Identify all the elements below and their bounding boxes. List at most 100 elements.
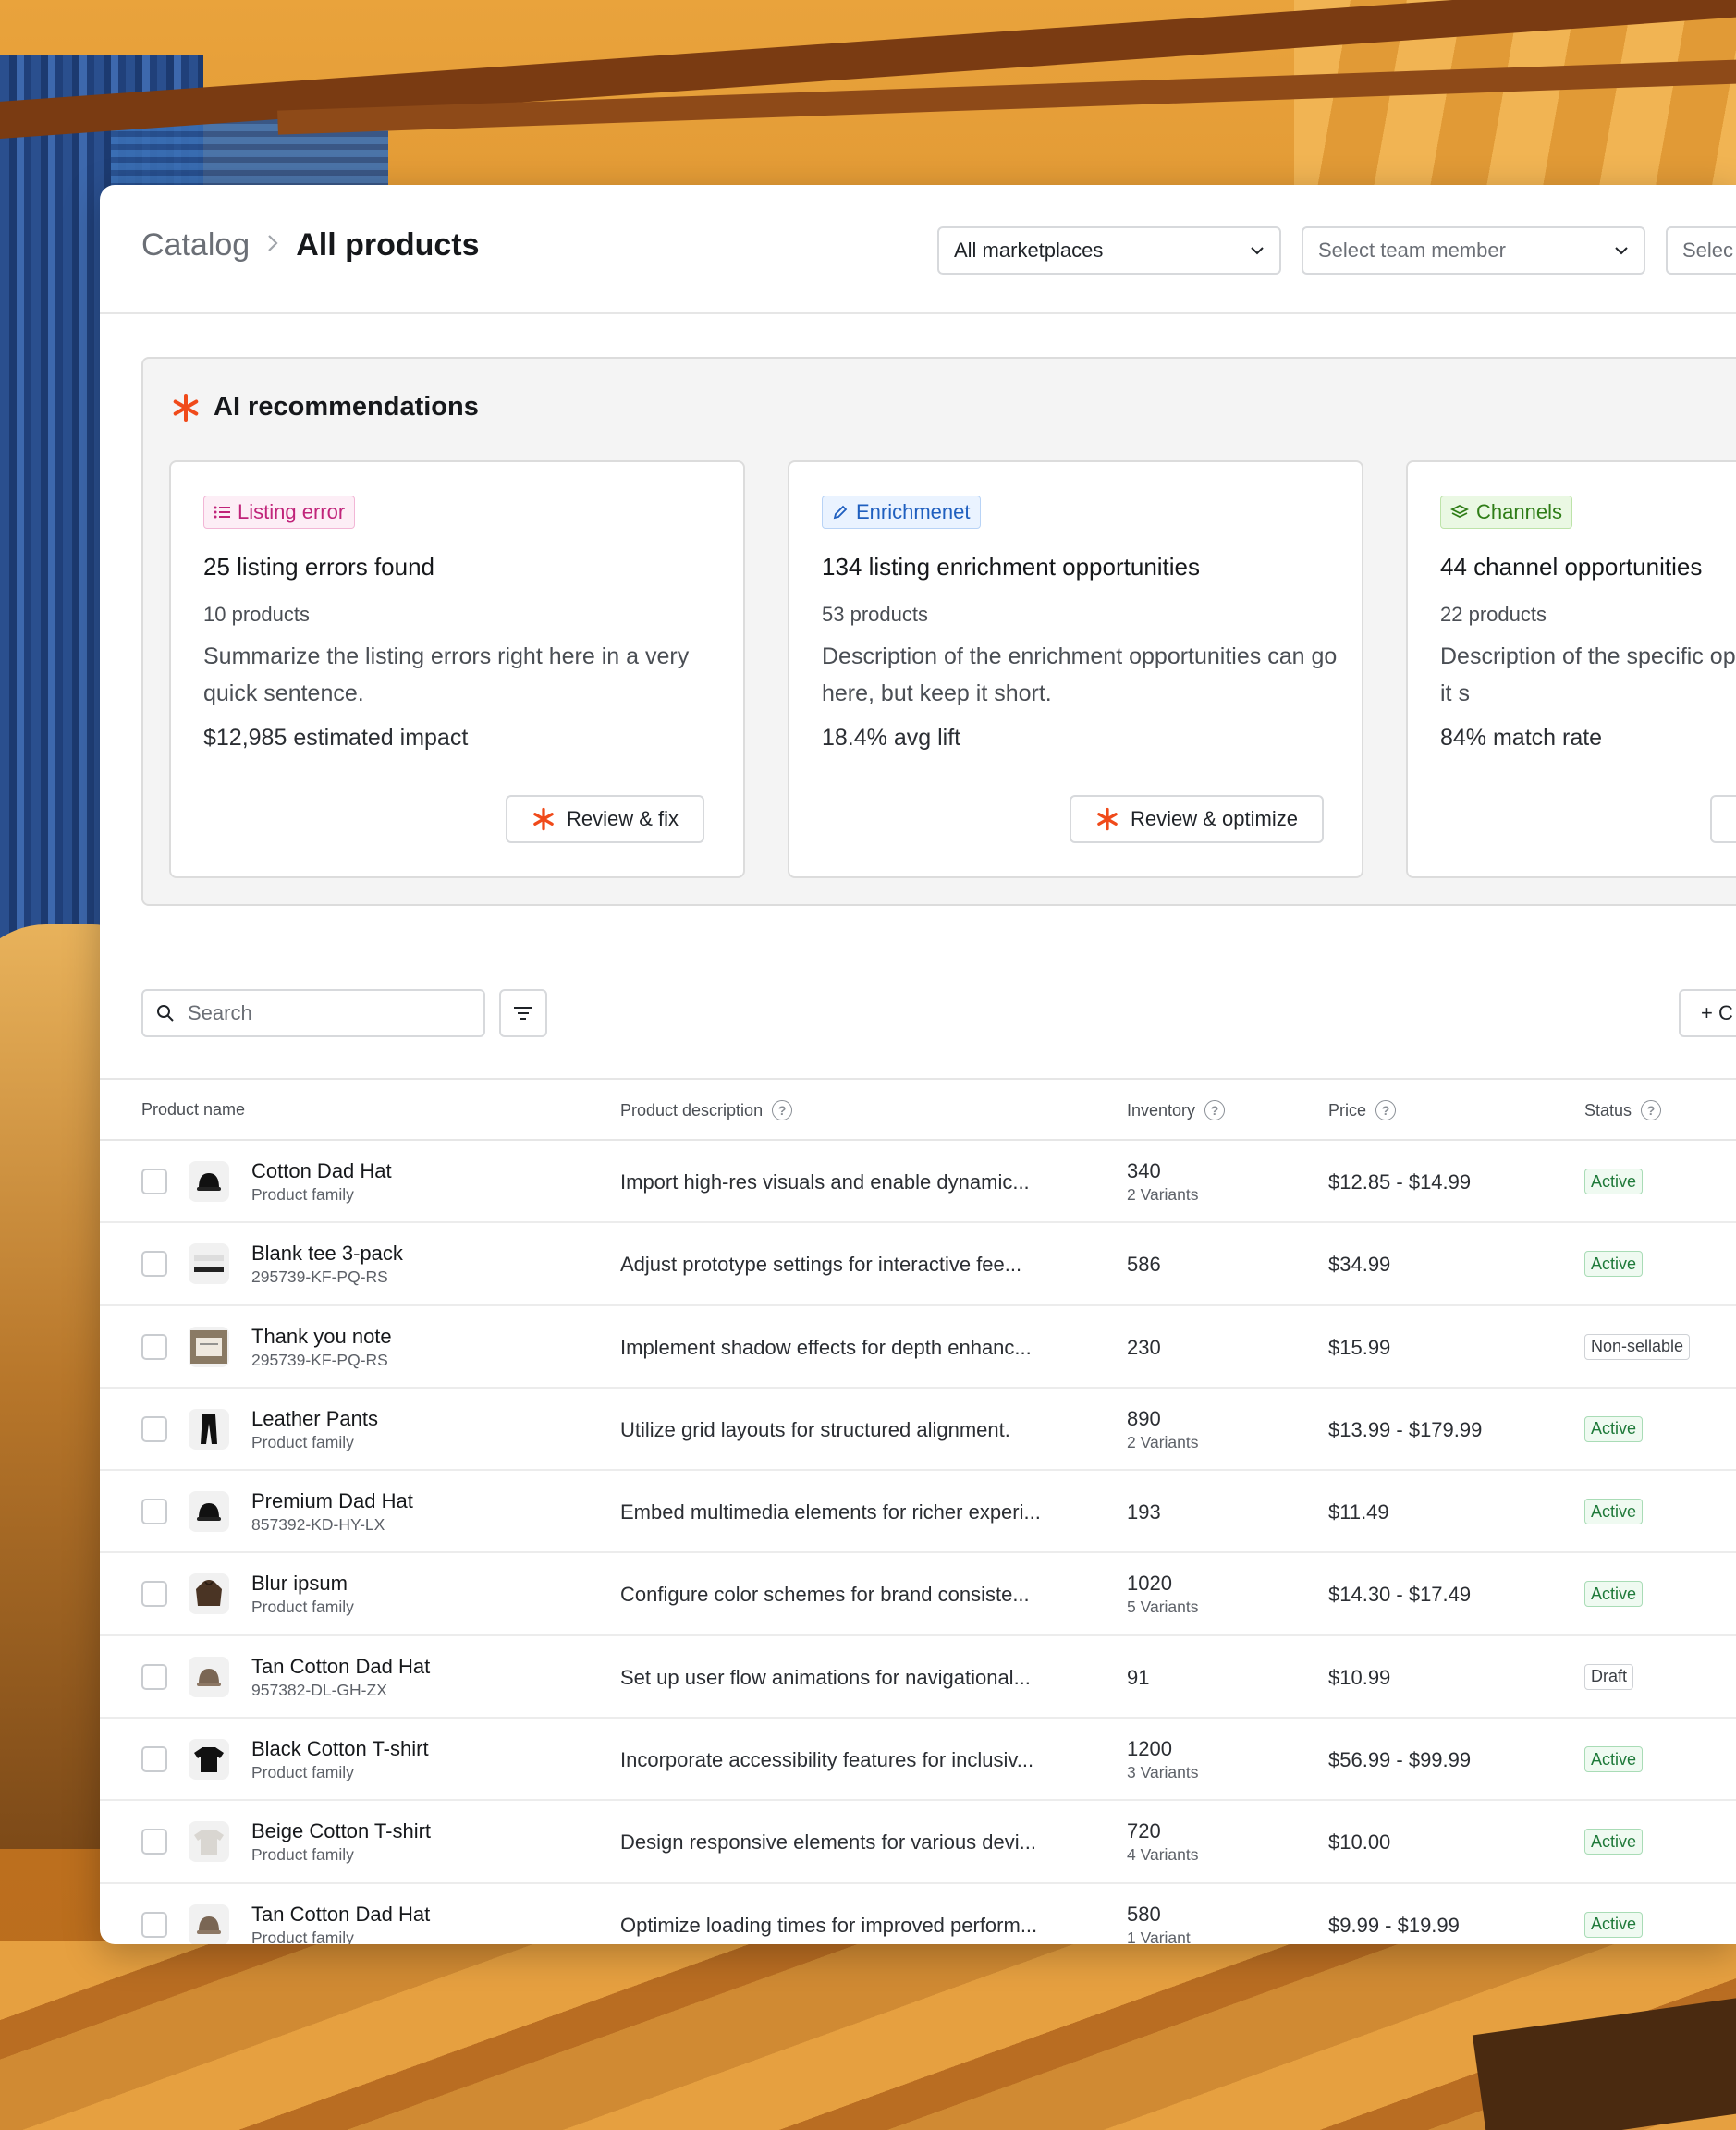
table-row[interactable]: Tan Cotton Dad Hat Product family Optimi… [100,1884,1736,1944]
product-name[interactable]: Blank tee 3-pack [251,1242,403,1266]
product-description: Implement shadow effects for depth enhan… [620,1335,1032,1359]
product-description: Optimize loading times for improved perf… [620,1913,1038,1937]
row-checkbox[interactable] [141,1333,167,1360]
table-row[interactable]: Cotton Dad Hat Product family Import hig… [100,1141,1736,1224]
product-name[interactable]: Blur ipsum [251,1572,348,1596]
status-badge: Active [1584,1581,1644,1608]
table-row[interactable]: Blank tee 3-pack 295739-KF-PQ-RS Adjust … [100,1223,1736,1306]
column-inventory[interactable]: Inventory ? [1127,1100,1226,1120]
product-name[interactable]: Cotton Dad Hat [251,1159,392,1183]
black-tshirt-icon [189,1739,229,1781]
list-icon [214,506,230,519]
table-row[interactable]: Blur ipsum Product family Configure colo… [100,1553,1736,1636]
ai-card-metric: 84% match rate [1440,725,1603,751]
ai-card-subtitle: 10 products [203,603,310,626]
help-icon[interactable]: ? [1204,1100,1226,1120]
variant-count: 5 Variants [1127,1598,1199,1617]
row-checkbox[interactable] [141,1746,167,1773]
sparkle-asterisk-icon [173,393,199,422]
ai-card-subtitle: 22 products [1440,603,1547,626]
column-status[interactable]: Status ? [1584,1100,1662,1120]
row-checkbox[interactable] [141,1251,167,1278]
table-row[interactable]: Black Cotton T-shirt Product family Inco… [100,1719,1736,1802]
inventory-count: 230 [1127,1335,1161,1359]
product-price: $14.30 - $17.49 [1328,1583,1472,1607]
team-member-select[interactable]: Select team member [1302,226,1645,275]
ai-card-channels: Channels 44 channel opportunities 22 pro… [1406,460,1736,878]
product-subtitle: 295739-KF-PQ-RS [251,1350,388,1369]
product-name[interactable]: Leather Pants [251,1407,378,1431]
catalog-window: Catalog All products All marketplaces Se… [100,185,1736,1944]
review-optimize-button[interactable]: Review & optimize [1070,795,1324,843]
product-name[interactable]: Black Cotton T-shirt [251,1737,429,1761]
row-checkbox[interactable] [141,1415,167,1442]
filter-button[interactable] [499,989,547,1037]
help-icon[interactable]: ? [772,1100,793,1120]
marketplace-select[interactable]: All marketplaces [937,226,1281,275]
status-badge: Active [1584,1499,1644,1525]
ai-card-metric: 18.4% avg lift [822,725,961,751]
row-checkbox[interactable] [141,1169,167,1194]
ai-recommendations-panel: AI recommendations Listing error 25 list… [141,357,1736,906]
ai-card-subtitle: 53 products [822,603,928,626]
channels-action-button[interactable] [1710,795,1736,843]
ai-card-title: 44 channel opportunities [1440,553,1703,581]
column-label: Product name [141,1100,246,1119]
status-badge: Active [1584,1911,1644,1938]
help-icon[interactable]: ? [1641,1100,1662,1120]
product-name[interactable]: Tan Cotton Dad Hat [251,1655,430,1679]
ai-card-title: 25 listing errors found [203,553,435,581]
ai-card-metric: $12,985 estimated impact [203,725,469,751]
pants-icon [189,1408,229,1450]
product-price: $13.99 - $179.99 [1328,1417,1483,1441]
inventory-count: 1200 [1127,1737,1172,1761]
table-row[interactable]: Thank you note 295739-KF-PQ-RS Implement… [100,1306,1736,1389]
table-row[interactable]: Premium Dad Hat 857392-KD-HY-LX Embed mu… [100,1471,1736,1554]
hat-icon [189,1491,229,1533]
third-select[interactable]: Selec [1666,226,1736,275]
row-checkbox[interactable] [141,1581,167,1608]
product-price: $10.00 [1328,1830,1391,1855]
table-row[interactable]: Beige Cotton T-shirt Product family Desi… [100,1801,1736,1884]
product-description: Adjust prototype settings for interactiv… [620,1253,1022,1277]
column-product-description[interactable]: Product description ? [620,1100,793,1120]
product-name[interactable]: Premium Dad Hat [251,1489,413,1513]
hat-icon [189,1161,229,1202]
ai-recommendations-title: AI recommendations [214,392,479,422]
inventory-count: 580 [1127,1902,1161,1926]
status-badge: Non-sellable [1584,1333,1691,1360]
product-name[interactable]: Thank you note [251,1325,392,1349]
ai-card-description: Description of the specific opportunitie… [1440,643,1736,706]
row-checkbox[interactable] [141,1663,167,1690]
product-subtitle: Product family [251,1185,354,1204]
create-button[interactable]: + C [1679,989,1736,1037]
help-icon[interactable]: ? [1375,1100,1397,1120]
column-product-name[interactable]: Product name [141,1100,245,1120]
row-checkbox[interactable] [141,1499,167,1525]
beige-tshirt-icon [189,1821,229,1863]
search-input[interactable]: Search [141,989,485,1037]
sparkle-asterisk-icon [533,807,554,831]
note-card-icon [189,1326,229,1367]
inventory-count: 340 [1127,1159,1161,1182]
tan-hat-icon [189,1904,229,1944]
inventory-count: 586 [1127,1253,1161,1277]
review-fix-button[interactable]: Review & fix [506,795,705,843]
product-name[interactable]: Beige Cotton T-shirt [251,1819,431,1843]
inventory-count: 193 [1127,1500,1161,1524]
third-select-placeholder: Selec [1682,239,1734,262]
ai-card-listing-error: Listing error 25 listing errors found 10… [169,460,745,878]
row-checkbox[interactable] [141,1829,167,1855]
enrichment-tag-label: Enrichmenet [856,500,971,523]
listing-error-tag: Listing error [203,496,356,529]
status-badge: Active [1584,1251,1644,1278]
row-checkbox[interactable] [141,1911,167,1938]
product-description: Design responsive elements for various d… [620,1830,1036,1855]
table-row[interactable]: Tan Cotton Dad Hat 957382-DL-GH-ZX Set u… [100,1636,1736,1720]
product-name[interactable]: Tan Cotton Dad Hat [251,1903,430,1927]
column-price[interactable]: Price ? [1328,1100,1397,1120]
product-price: $15.99 [1328,1335,1391,1359]
breadcrumb-catalog[interactable]: Catalog [141,227,250,263]
variant-count: 1 Variant [1127,1928,1191,1944]
table-row[interactable]: Leather Pants Product family Utilize gri… [100,1389,1736,1472]
